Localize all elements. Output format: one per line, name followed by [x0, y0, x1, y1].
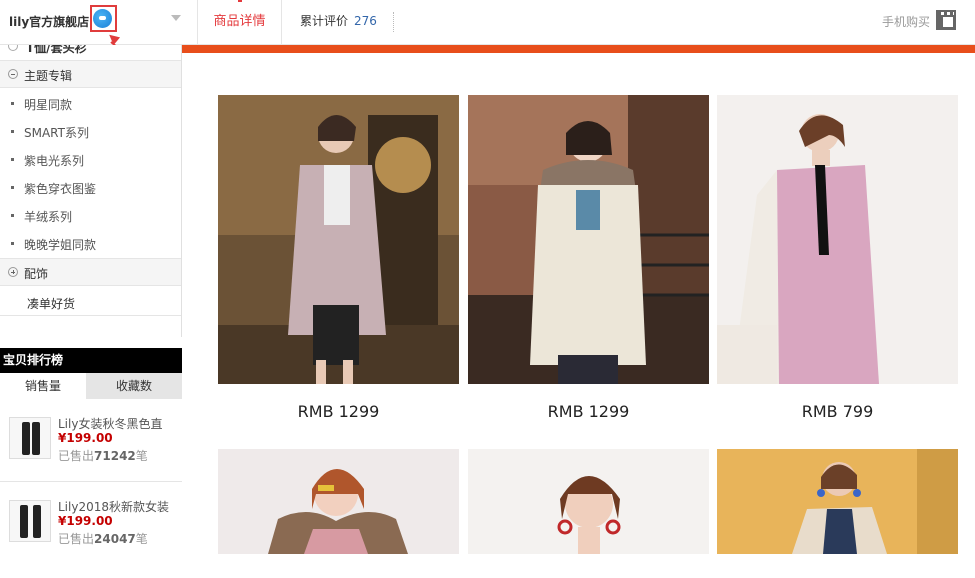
sold-count: 已售出71242笔 [58, 449, 148, 463]
subcategory-item[interactable]: 晚晚学姐同款 [0, 230, 181, 258]
reviews-count: 276 [354, 14, 377, 28]
top-bar: lily官方旗舰店 商品详情 累计评价 276 手机购买 [0, 0, 975, 61]
product-price: RMB 1299 [547, 402, 630, 421]
subcategory-item[interactable]: 羊绒系列 [0, 202, 181, 230]
tab-sales-volume[interactable]: 销售量 [0, 373, 86, 399]
product-thumbnail[interactable] [9, 417, 51, 459]
qr-code-icon[interactable] [936, 10, 956, 30]
subcategory-label: 紫色穿衣图鉴 [24, 182, 97, 196]
category-label: 凑单好货 [27, 297, 76, 311]
bullet-icon [11, 186, 14, 189]
product-name[interactable]: Lily女装秋冬黑色直 [58, 415, 178, 432]
subcategory-label: 羊绒系列 [24, 210, 73, 224]
ranking-panel: 宝贝排行榜 销售量 收藏数 Lily女装秋冬黑色直 ¥199.00 已售出712… [0, 348, 182, 554]
subcategory-label: SMART系列 [24, 126, 89, 140]
bullet-icon [11, 102, 14, 105]
product-thumbnail[interactable] [9, 500, 51, 542]
product-image[interactable] [468, 95, 709, 384]
product-image[interactable] [218, 95, 459, 384]
tab-product-detail[interactable]: 商品详情 [197, 0, 282, 45]
product-price: ¥199.00 [58, 514, 113, 528]
sold-count: 已售出24047笔 [58, 532, 148, 546]
category-theme-albums[interactable]: 主题专辑 [0, 60, 181, 88]
ranking-item[interactable]: Lily2018秋新款女装 ¥199.00 已售出24047笔 [0, 498, 182, 578]
subcategory-label: 晚晚学姐同款 [24, 238, 97, 252]
expand-toggle-icon[interactable] [8, 45, 18, 51]
subcategory-label: 紫电光系列 [24, 154, 85, 168]
mobile-buy-link[interactable]: 手机购买 [882, 13, 930, 30]
divider [0, 481, 182, 482]
product-image[interactable] [717, 449, 958, 554]
category-bundle-deals[interactable]: 凑单好货 [0, 288, 181, 316]
collapse-toggle-icon[interactable] [8, 69, 18, 79]
tab-reviews[interactable]: 累计评价 276 [300, 0, 377, 45]
expand-toggle-icon[interactable] [8, 267, 18, 277]
category-accessories[interactable]: 配饰 [0, 258, 181, 286]
product-price: ¥199.00 [58, 431, 113, 445]
product-image[interactable] [468, 449, 709, 554]
product-image[interactable] [218, 449, 459, 554]
category-label: T恤/套头衫 [26, 45, 87, 55]
subcategory-item[interactable]: 明星同款 [0, 90, 181, 118]
bullet-icon [11, 158, 14, 161]
shop-name[interactable]: lily官方旗舰店 [9, 13, 89, 30]
subcategory-label: 明星同款 [24, 98, 73, 112]
ranking-item[interactable]: Lily女装秋冬黑色直 ¥199.00 已售出71242笔 [0, 415, 182, 495]
product-price: RMB 799 [801, 402, 874, 421]
category-sidebar: T恤/套头衫 主题专辑 明星同款 SMART系列 紫电光系列 紫色穿衣图鉴 羊绒… [0, 45, 182, 337]
dropdown-chevron-icon[interactable] [171, 15, 181, 21]
ranking-title: 宝贝排行榜 [0, 348, 182, 373]
annotation-arrow-head [105, 30, 121, 46]
shop-header[interactable]: lily官方旗舰店 [0, 0, 190, 61]
subcategory-item[interactable]: 紫电光系列 [0, 146, 181, 174]
tab-divider [393, 12, 394, 32]
tab-favorites[interactable]: 收藏数 [86, 373, 182, 399]
subcategory-item[interactable]: SMART系列 [0, 118, 181, 146]
category-item-partial[interactable]: T恤/套头衫 [0, 45, 181, 61]
subcategory-item[interactable]: 紫色穿衣图鉴 [0, 174, 181, 202]
bullet-icon [11, 130, 14, 133]
category-label: 配饰 [24, 267, 49, 281]
product-image[interactable] [717, 95, 958, 384]
ranking-tabs: 销售量 收藏数 [0, 373, 182, 399]
product-price: RMB 1299 [297, 402, 380, 421]
bullet-icon [11, 242, 14, 245]
tab-reviews-label: 累计评价 [300, 14, 349, 28]
category-label: 主题专辑 [24, 69, 73, 83]
product-name[interactable]: Lily2018秋新款女装 [58, 498, 178, 515]
bullet-icon [11, 214, 14, 217]
annotation-highlight-box [90, 5, 117, 32]
accent-bar [182, 45, 975, 53]
